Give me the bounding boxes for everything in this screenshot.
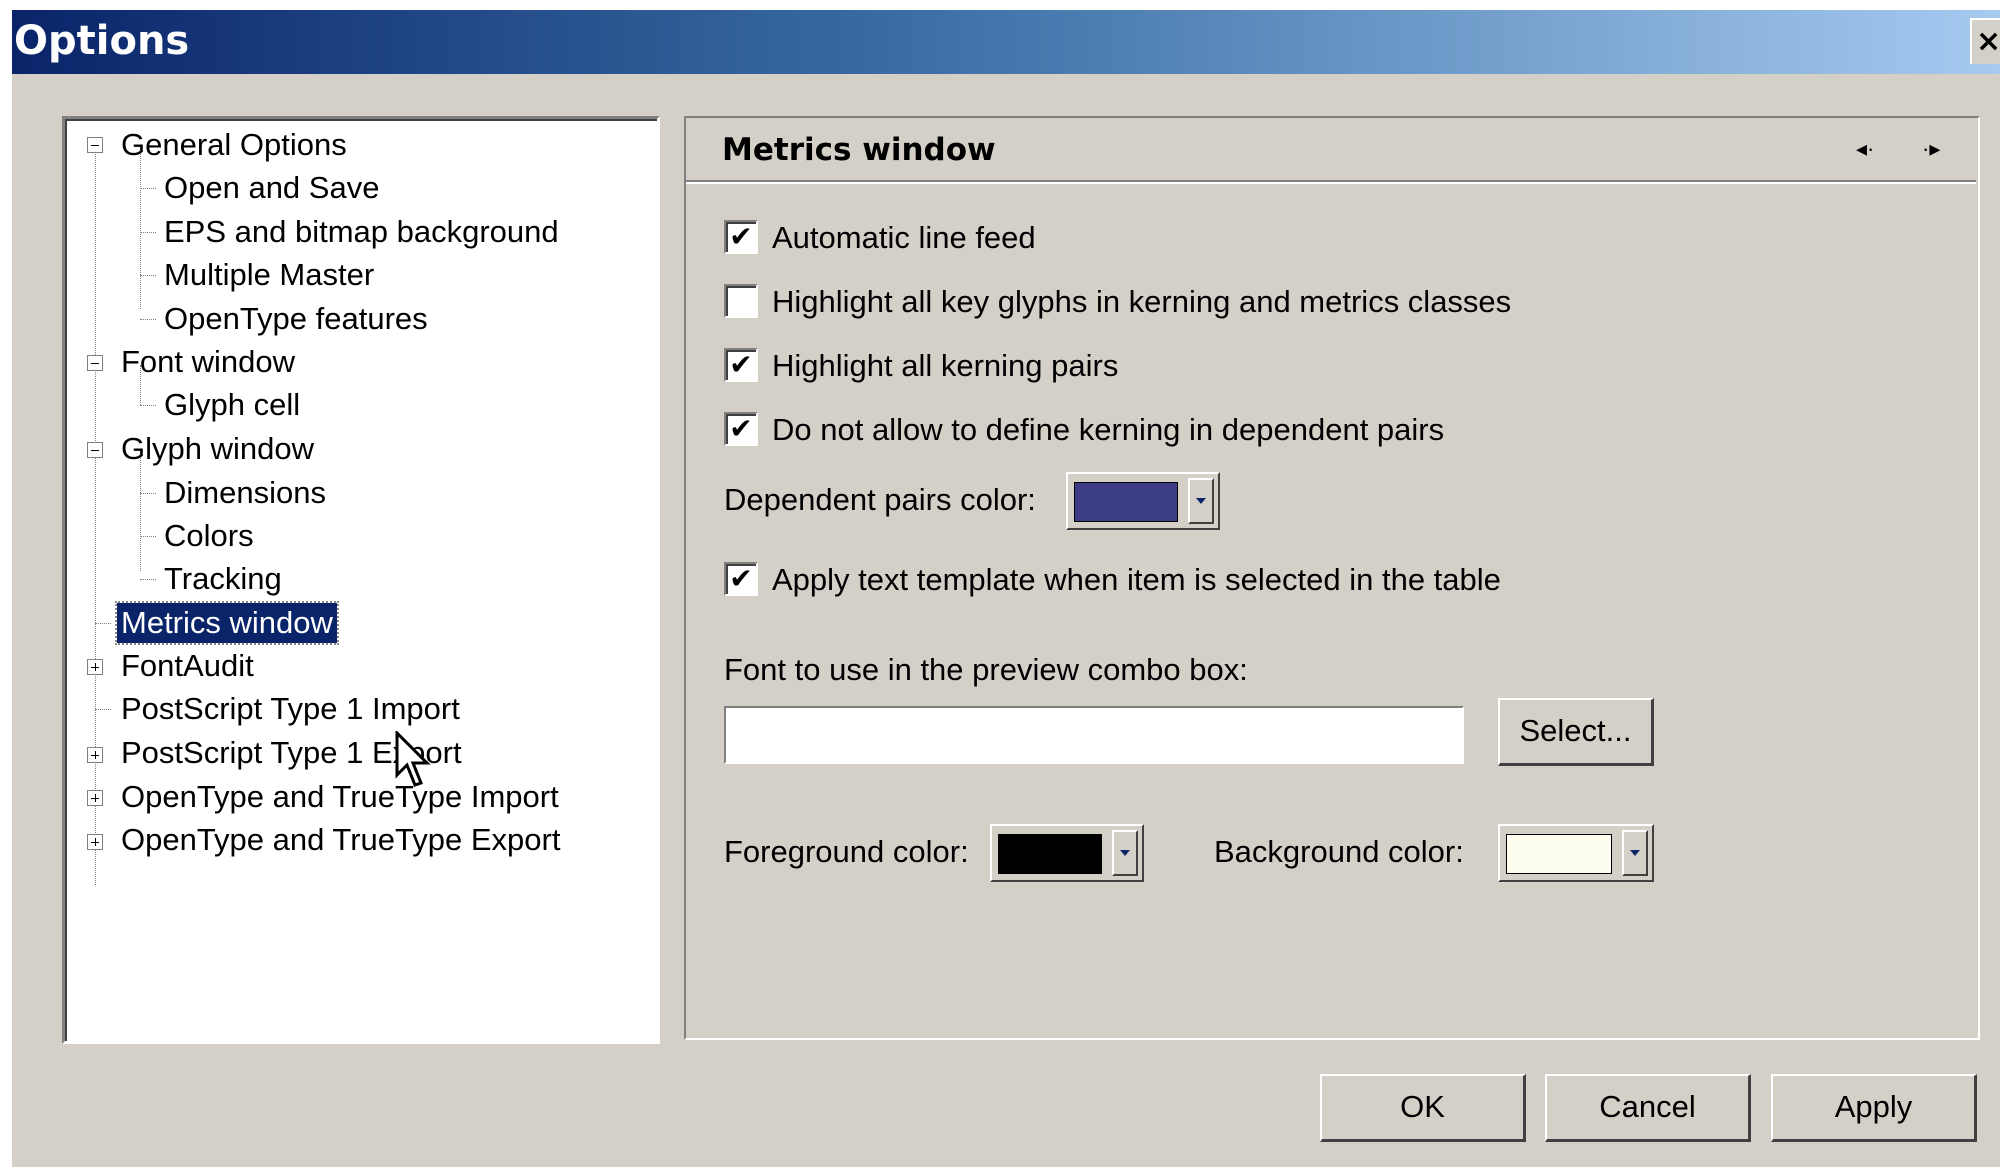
tree-line xyxy=(95,145,96,885)
checkbox[interactable]: ✔ xyxy=(724,220,758,254)
panel-header: Metrics window ◂· ·▸ xyxy=(686,118,1976,182)
foreground-color-picker[interactable] xyxy=(990,824,1144,882)
collapse-icon[interactable] xyxy=(87,355,103,371)
previous-page-icon[interactable]: ◂· xyxy=(1856,136,1874,162)
tree-item-general-options[interactable]: General Options xyxy=(117,125,351,165)
expand-icon[interactable] xyxy=(87,747,103,763)
close-icon: × xyxy=(1976,24,2000,59)
tree-line xyxy=(140,319,156,320)
tree-item-fontaudit[interactable]: FontAudit xyxy=(117,646,258,686)
tree-line xyxy=(95,623,111,624)
tree-item-glyph-cell[interactable]: Glyph cell xyxy=(160,385,304,425)
tree-line xyxy=(140,145,141,309)
tree-line xyxy=(140,188,156,189)
background-color-label: Background color: xyxy=(1214,834,1464,869)
tree-line xyxy=(140,493,156,494)
panel-title: Metrics window xyxy=(722,132,996,168)
dialog-top-border xyxy=(0,0,2000,10)
next-page-icon[interactable]: ·▸ xyxy=(1922,136,1940,162)
checkbox-label: Apply text template when item is selecte… xyxy=(772,562,1501,597)
expand-icon[interactable] xyxy=(87,659,103,675)
options-tree[interactable]: General Options Open and Save EPS and bi… xyxy=(62,116,660,1044)
tree-item-open-and-save[interactable]: Open and Save xyxy=(160,168,383,208)
collapse-icon[interactable] xyxy=(87,442,103,458)
background-color-picker[interactable] xyxy=(1498,824,1654,882)
preview-font-input[interactable] xyxy=(724,706,1464,764)
checkbox-label: Highlight all key glyphs in kerning and … xyxy=(772,284,1512,319)
tree-line xyxy=(140,451,141,571)
tree-line xyxy=(140,536,156,537)
tree-line xyxy=(140,275,156,276)
collapse-icon[interactable] xyxy=(87,137,103,153)
tree-item-colors[interactable]: Colors xyxy=(160,516,258,556)
chevron-down-icon[interactable] xyxy=(1112,830,1138,876)
checkbox[interactable]: ✔ xyxy=(724,562,758,596)
tree-item-opentype-truetype-import[interactable]: OpenType and TrueType Import xyxy=(117,777,563,817)
tree-line xyxy=(140,405,156,406)
tree-line xyxy=(95,709,111,710)
tree-item-font-window[interactable]: Font window xyxy=(117,342,299,382)
checkbox-label: Do not allow to define kerning in depend… xyxy=(772,412,1445,447)
close-button[interactable]: × xyxy=(1970,18,2000,64)
mouse-cursor-icon xyxy=(395,731,431,787)
window-title: Options xyxy=(14,18,190,64)
color-swatch xyxy=(998,834,1102,874)
dependent-pairs-color-label: Dependent pairs color: xyxy=(724,482,1036,517)
tree-item-glyph-window[interactable]: Glyph window xyxy=(117,429,318,469)
ok-button[interactable]: OK xyxy=(1320,1074,1526,1142)
tree-item-eps-bitmap-background[interactable]: EPS and bitmap background xyxy=(160,212,563,252)
tree-line xyxy=(140,579,156,580)
dialog-left-border xyxy=(0,10,12,1167)
apply-button[interactable]: Apply xyxy=(1771,1074,1977,1142)
tree-item-multiple-master[interactable]: Multiple Master xyxy=(160,255,378,295)
checkbox[interactable]: ✔ xyxy=(724,412,758,446)
tree-item-dimensions[interactable]: Dimensions xyxy=(160,473,330,513)
select-font-button[interactable]: Select... xyxy=(1498,698,1654,766)
title-bar[interactable]: Options xyxy=(12,10,2000,74)
tree-item-metrics-window[interactable]: Metrics window xyxy=(115,601,339,645)
color-swatch xyxy=(1074,482,1178,522)
checkbox-label: Automatic line feed xyxy=(772,220,1036,255)
tree-item-opentype-features[interactable]: OpenType features xyxy=(160,299,432,339)
tree-item-opentype-truetype-export[interactable]: OpenType and TrueType Export xyxy=(117,820,564,860)
tree-item-postscript-import[interactable]: PostScript Type 1 Import xyxy=(117,689,464,729)
chevron-down-icon[interactable] xyxy=(1188,478,1214,524)
checkbox-label: Highlight all kerning pairs xyxy=(772,348,1119,383)
tree-item-tracking[interactable]: Tracking xyxy=(160,559,286,599)
foreground-color-label: Foreground color: xyxy=(724,834,969,869)
expand-icon[interactable] xyxy=(87,790,103,806)
preview-font-label: Font to use in the preview combo box: xyxy=(724,652,1248,687)
expand-icon[interactable] xyxy=(87,834,103,850)
metrics-window-panel: Metrics window ◂· ·▸ ✔ Automatic line fe… xyxy=(684,116,1980,1040)
cancel-button[interactable]: Cancel xyxy=(1545,1074,1751,1142)
checkbox[interactable] xyxy=(724,284,758,318)
color-swatch xyxy=(1506,834,1612,874)
tree-line xyxy=(140,232,156,233)
checkbox[interactable]: ✔ xyxy=(724,348,758,382)
dependent-pairs-color-picker[interactable] xyxy=(1066,472,1220,530)
chevron-down-icon[interactable] xyxy=(1622,830,1648,876)
